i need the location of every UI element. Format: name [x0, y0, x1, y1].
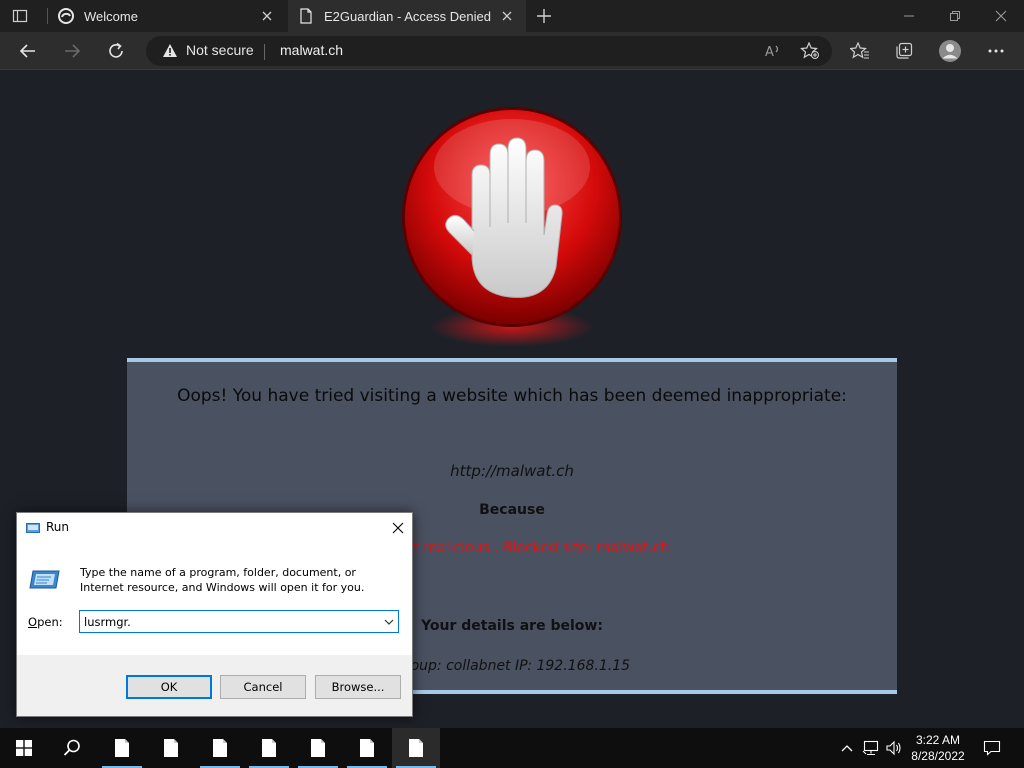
svg-text:A: A: [765, 45, 774, 60]
warning-icon: [163, 43, 177, 57]
not-secure-indicator[interactable]: Not secure: [162, 42, 254, 58]
page-icon: [298, 8, 314, 24]
taskbar-file-item-active[interactable]: [392, 728, 440, 768]
run-dialog-body: Type the name of a program, folder, docu…: [17, 543, 412, 655]
file-icon: [164, 739, 178, 757]
close-dialog-icon[interactable]: [387, 518, 409, 538]
back-arrow-icon[interactable]: [17, 40, 39, 62]
browser-tab-strip: Welcome E2Guardian - Access Denied: [0, 0, 1024, 32]
restore-icon[interactable]: [947, 8, 963, 24]
file-icon: [360, 739, 374, 757]
read-aloud-icon[interactable]: A: [762, 40, 784, 62]
run-dialog: Run Type the name of a program, folder, …: [16, 512, 413, 717]
run-description: Type the name of a program, folder, docu…: [80, 566, 365, 594]
run-program-icon: [29, 567, 61, 591]
cancel-button[interactable]: Cancel: [220, 675, 306, 699]
system-clock[interactable]: 3:22 AM 8/28/2022: [900, 732, 976, 764]
show-hidden-icons[interactable]: [838, 728, 856, 768]
tab-title: E2Guardian - Access Denied: [324, 8, 491, 24]
clock-time: 3:22 AM: [915, 733, 961, 747]
new-tab-icon[interactable]: [534, 6, 554, 26]
edge-icon: [58, 8, 74, 24]
file-icon: [311, 739, 325, 757]
open-combobox[interactable]: [79, 610, 399, 633]
browser-toolbar: Not secure malwat.ch A: [0, 32, 1024, 70]
clock-date: 8/28/2022: [911, 749, 965, 763]
not-secure-label: Not secure: [186, 42, 254, 58]
run-icon: [26, 521, 40, 533]
run-dialog-titlebar[interactable]: Run: [17, 513, 412, 543]
chevron-down-icon[interactable]: [382, 614, 396, 629]
tab-title: Welcome: [84, 8, 138, 24]
open-input[interactable]: [84, 613, 374, 630]
file-icon: [115, 739, 129, 757]
refresh-icon[interactable]: [105, 40, 127, 62]
more-options-icon[interactable]: [985, 40, 1007, 62]
block-heading: Oops! You have tried visiting a website …: [177, 386, 847, 406]
windows-logo-icon: [16, 740, 32, 756]
file-icon: [213, 739, 227, 757]
add-favorite-icon[interactable]: [799, 40, 821, 62]
open-label-suffix: pen:: [37, 615, 63, 629]
search-icon: [63, 739, 80, 756]
browse-button[interactable]: Browse...: [315, 675, 401, 699]
start-button[interactable]: [0, 728, 48, 768]
close-tab-icon[interactable]: [258, 7, 276, 25]
chevron-up-icon: [841, 745, 853, 752]
open-label: Open:: [28, 615, 63, 629]
close-window-icon[interactable]: [993, 8, 1009, 24]
url-separator: [264, 44, 265, 60]
search-button[interactable]: [48, 728, 96, 768]
url-text[interactable]: malwat.ch: [280, 42, 343, 58]
blocked-url: http://malwat.ch: [450, 462, 574, 480]
taskbar-file-item[interactable]: [343, 728, 391, 768]
taskbar: 3:22 AM 8/28/2022: [0, 728, 1024, 768]
taskbar-file-item[interactable]: [98, 728, 146, 768]
close-tab-icon[interactable]: [498, 7, 516, 25]
taskbar-file-item[interactable]: [147, 728, 195, 768]
file-icon: [409, 739, 423, 757]
taskbar-file-item[interactable]: [196, 728, 244, 768]
minimize-icon[interactable]: [901, 8, 917, 24]
ok-button[interactable]: OK: [126, 675, 212, 699]
tab-welcome[interactable]: Welcome: [48, 0, 286, 32]
taskbar-file-item[interactable]: [294, 728, 342, 768]
file-icon: [262, 739, 276, 757]
open-label-accel: O: [28, 615, 38, 629]
tab-actions-icon[interactable]: [12, 8, 28, 24]
favorites-icon[interactable]: [849, 40, 871, 62]
run-dialog-title: Run: [46, 520, 70, 534]
tab-access-denied[interactable]: E2Guardian - Access Denied: [288, 0, 526, 32]
notifications-icon[interactable]: [980, 728, 1004, 768]
forward-arrow-icon[interactable]: [61, 40, 83, 62]
profile-avatar-icon[interactable]: [937, 38, 963, 64]
address-bar[interactable]: Not secure malwat.ch: [146, 36, 832, 66]
collections-icon[interactable]: [893, 40, 915, 62]
taskbar-file-item[interactable]: [245, 728, 293, 768]
stop-hand-icon: [398, 105, 626, 333]
network-icon[interactable]: [861, 728, 881, 768]
